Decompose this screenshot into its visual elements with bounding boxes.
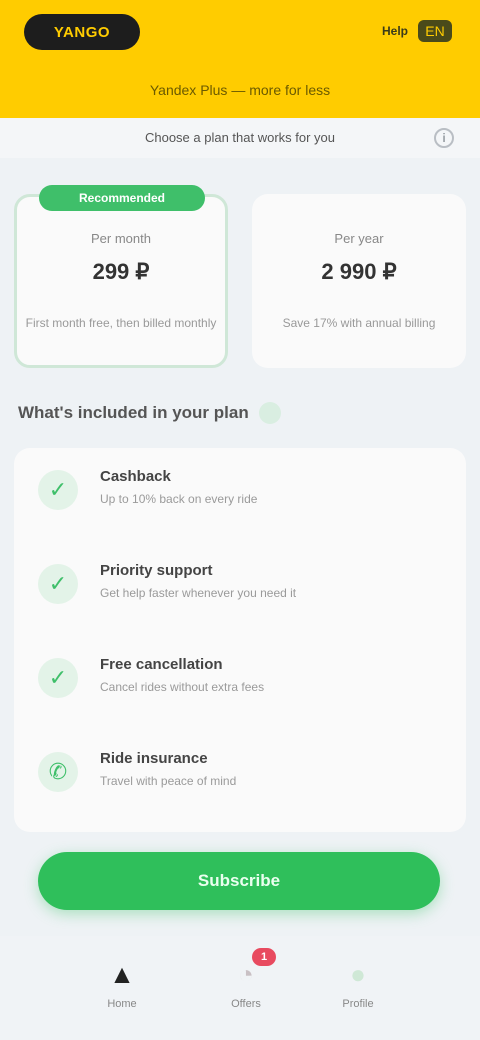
notification-badge: 1: [252, 948, 276, 966]
feature-item: ✓ Priority support Get help faster whene…: [14, 542, 466, 622]
plan-note: First month free, then billed monthly: [25, 316, 217, 330]
plan-card-yearly[interactable]: Per year 2 990 ₽ Save 17% with annual bi…: [252, 194, 466, 368]
feature-title: Priority support: [100, 562, 213, 579]
language-button[interactable]: EN: [418, 20, 452, 42]
strip-text: Choose a plan that works for you: [144, 130, 336, 145]
home-icon: ▲: [109, 958, 135, 989]
feature-item: ✆ Ride insurance Travel with peace of mi…: [14, 730, 466, 810]
feature-desc: Cancel rides without extra fees: [100, 680, 265, 694]
logo[interactable]: YANGO: [24, 14, 140, 50]
plan-card-monthly[interactable]: Recommended Per month 299 ₽ First month …: [14, 185, 228, 368]
shield-icon: ✓: [38, 564, 78, 604]
plan-price: 299 ₽: [92, 259, 150, 284]
feature-desc: Travel with peace of mind: [100, 774, 237, 788]
sparkle-icon: [258, 402, 281, 424]
feature-item: ✓ Free cancellation Cancel rides without…: [14, 636, 466, 716]
feature-title: Ride insurance: [100, 750, 208, 767]
phone-icon: ✆: [38, 752, 78, 792]
header: YANGO Help EN Yandex Plus — more for les…: [0, 0, 480, 118]
profile-icon: ●: [350, 958, 366, 989]
feature-title: Free cancellation: [100, 656, 223, 673]
header-actions: Help EN: [382, 20, 452, 42]
check-circle-icon: ✓: [38, 470, 78, 510]
features-card: ✓ Cashback Up to 10% back on every ride …: [14, 448, 466, 832]
feature-desc: Up to 10% back on every ride: [100, 492, 258, 506]
subheader-strip: Choose a plan that works for you i: [0, 118, 480, 158]
plan-title: Per month: [91, 231, 151, 246]
info-icon[interactable]: i: [434, 128, 454, 148]
header-subtitle: Yandex Plus — more for less: [149, 82, 331, 98]
app-root: YANGO Help EN Yandex Plus — more for les…: [0, 0, 480, 1040]
check-icon: ✓: [38, 658, 78, 698]
section-title-text: What's included in your plan: [18, 403, 249, 422]
plan-title: Per year: [334, 231, 384, 246]
feature-desc: Get help faster whenever you need it: [100, 586, 297, 600]
nav-label: Home: [107, 998, 137, 1010]
nav-label: Profile: [342, 998, 374, 1010]
nav-item-offers[interactable]: ◔ 1 Offers: [196, 946, 296, 1016]
subscribe-button[interactable]: Subscribe: [38, 852, 440, 910]
bottom-nav: ▲ Home ◔ 1 Offers ● Profile: [0, 936, 480, 1040]
plan-note: Save 17% with annual billing: [282, 316, 436, 330]
feature-item: ✓ Cashback Up to 10% back on every ride: [14, 448, 466, 528]
recommended-badge: Recommended: [39, 185, 205, 211]
plan-price: 2 990 ₽: [321, 259, 397, 284]
nav-item-profile[interactable]: ● Profile: [308, 946, 408, 1016]
help-link[interactable]: Help: [382, 24, 408, 38]
nav-label: Offers: [231, 998, 261, 1010]
feature-title: Cashback: [100, 468, 171, 485]
section-title: What's included in your plan: [18, 402, 281, 424]
nav-item-home[interactable]: ▲ Home: [72, 946, 172, 1016]
